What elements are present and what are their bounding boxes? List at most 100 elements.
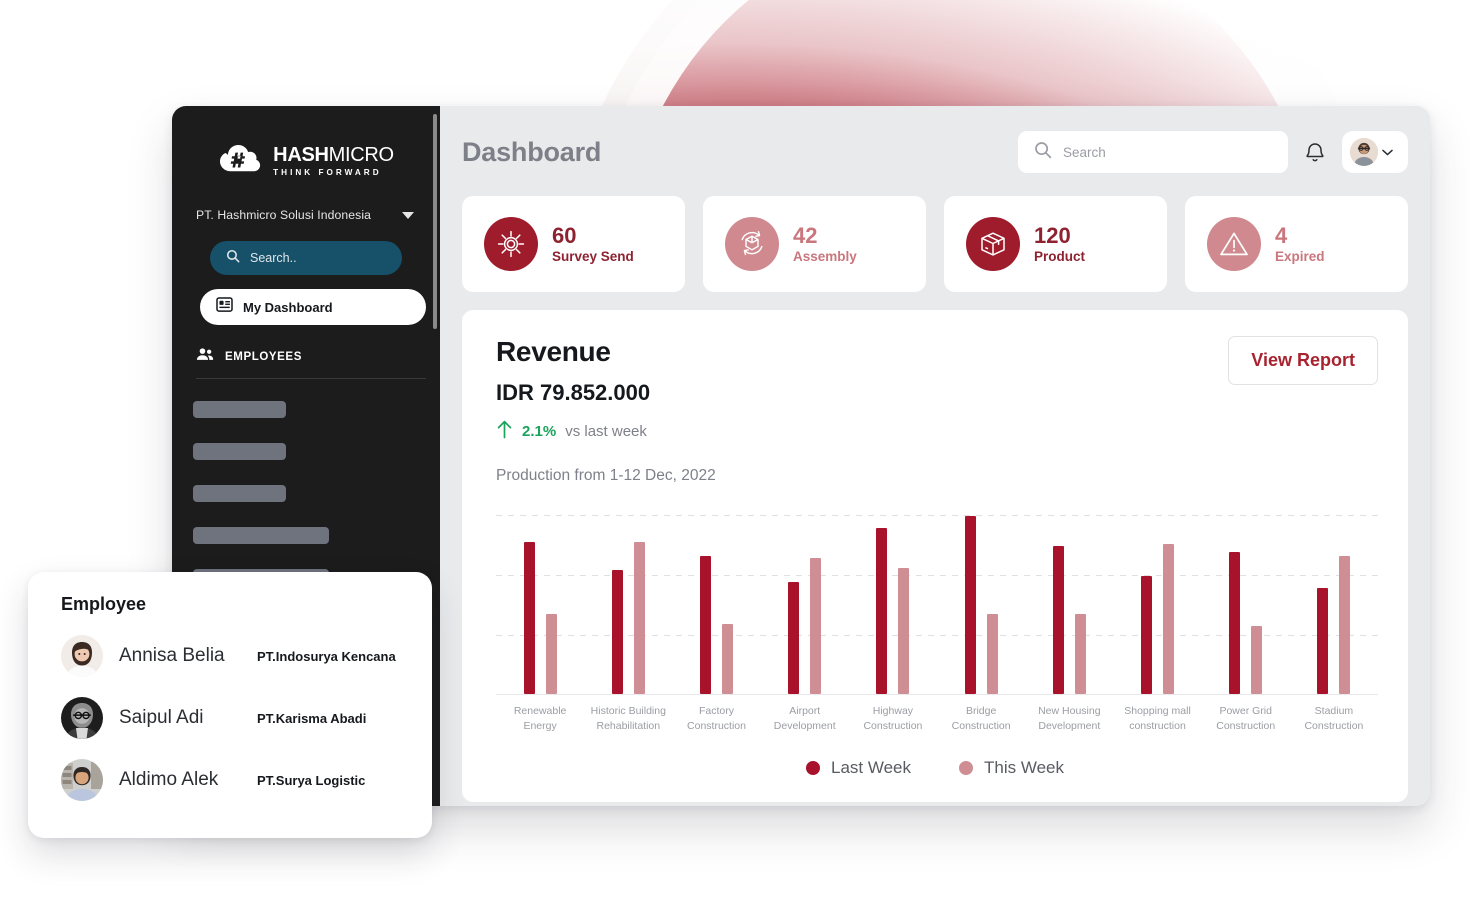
stat-card-assembly[interactable]: 42 Assembly [703, 196, 926, 292]
bell-icon[interactable] [1302, 137, 1328, 167]
sidebar-item-label: My Dashboard [243, 299, 333, 315]
brand-name: HASHMICRO [273, 143, 394, 166]
sidebar-skeleton-item [193, 527, 329, 544]
chart-bar [722, 624, 733, 694]
company-name: PT. Hashmicro Solusi Indonesia [196, 208, 372, 222]
revenue-panel: Revenue IDR 79.852.000 2.1% vs last week [462, 310, 1408, 802]
chart-bar [1229, 552, 1241, 694]
stat-label: Survey Send [552, 249, 634, 265]
revenue-header: Revenue IDR 79.852.000 2.1% vs last week [496, 336, 1378, 485]
chart-bars [496, 495, 1378, 694]
sidebar-search-placeholder: Search.. [250, 251, 297, 265]
chart-category-label: Renewable Energy [496, 704, 584, 734]
chart-category-label: Airport Development [761, 704, 849, 734]
chart-bar [1141, 576, 1153, 694]
chevron-down-icon [402, 211, 414, 219]
chart-category-label: Factory Construction [672, 704, 760, 734]
profile-menu[interactable] [1342, 131, 1408, 173]
assembly-icon [725, 217, 779, 271]
stat-card-product[interactable]: 120 Product [944, 196, 1167, 292]
chart-bar [611, 570, 623, 694]
company-selector[interactable]: PT. Hashmicro Solusi Indonesia [196, 208, 416, 222]
chart-bar [964, 516, 976, 694]
chart-category-label-line: Renewable [513, 705, 567, 717]
chart-axis-line [496, 694, 1378, 695]
chart-category-label-line: Stadium [1314, 705, 1354, 717]
employee-row[interactable]: Aldimo Alek PT.Surya Logistic [61, 759, 404, 801]
stat-card-survey-send[interactable]: 60 Survey Send [462, 196, 685, 292]
legend-color-dot [959, 761, 973, 775]
chart-bar-group [584, 495, 672, 694]
sidebar-item-my-dashboard[interactable]: My Dashboard [200, 289, 426, 325]
sidebar-skeleton-item [193, 485, 286, 502]
chart-legend-item[interactable]: Last Week [805, 758, 911, 778]
employee-list: Annisa Belia PT.Indosurya Kencana Saipul A… [61, 635, 404, 801]
chart-category-label-line: Power Grid [1219, 705, 1272, 717]
revenue-delta: 2.1% vs last week [496, 420, 716, 443]
chart-category-label: Stadium Construction [1290, 704, 1378, 734]
topbar: Dashboard [462, 124, 1408, 180]
page-title: Dashboard [462, 136, 602, 167]
revenue-delta-percent: 2.1% [522, 423, 557, 440]
legend-label: Last Week [830, 758, 911, 777]
stat-value: 4 [1275, 222, 1288, 248]
employee-name: Annisa Belia [119, 645, 225, 666]
topbar-actions [1018, 131, 1408, 173]
chart-bar [1251, 626, 1263, 694]
box-icon [966, 217, 1020, 271]
chart-category-label: Power Grid Construction [1202, 704, 1290, 734]
chart-bar-group [849, 495, 937, 694]
avatar-aldimo [61, 759, 103, 801]
chart-bar-group [1025, 495, 1113, 694]
revenue-title: Revenue [496, 336, 611, 367]
search-input[interactable] [1063, 144, 1253, 160]
chart-category-label-line: Bridge [965, 705, 997, 717]
chart-bar [700, 556, 711, 694]
header-search[interactable] [1018, 131, 1288, 173]
chart-bar-group [761, 495, 849, 694]
sidebar-scrollbar[interactable] [433, 114, 437, 329]
chart-bar-group [1202, 495, 1290, 694]
search-icon [1034, 141, 1052, 164]
view-report-button[interactable]: View Report [1228, 336, 1378, 385]
revenue-amount: IDR 79.852.000 [496, 380, 651, 405]
arrow-up-icon [496, 420, 513, 443]
avatar [1350, 138, 1378, 166]
chart-category-label: Shopping mall construction [1113, 704, 1201, 734]
chart-bar [1163, 544, 1175, 694]
sidebar-search-input[interactable]: Search.. [210, 241, 402, 275]
legend-label: This Week [984, 758, 1064, 777]
chart-bar-group [672, 495, 760, 694]
chart-legend: Last Week This Week [462, 758, 1408, 778]
chart-bar [986, 614, 998, 694]
sidebar-section-label: EMPLOYEES [225, 350, 302, 363]
employee-name: Saipul Adi [119, 707, 204, 728]
chart-category-label: Highway Construction [849, 704, 937, 734]
dashboard-icon [216, 297, 233, 317]
employee-row[interactable]: Saipul Adi PT.Karisma Abadi [61, 697, 404, 739]
stat-value: 60 [552, 222, 577, 248]
chart-bar [898, 568, 910, 694]
chart-category-label-line: Shopping mall [1124, 705, 1191, 717]
chart-bar [1052, 546, 1064, 694]
chart-category-labels: Renewable Energy Historic Building Rehabili… [496, 704, 1378, 734]
main-content: Dashboard Search 60 Survey Send 42 Assem… [440, 106, 1430, 806]
chart-category-label-line: Construction [687, 720, 746, 733]
chart-category-label: Historic Building Rehabilitation [584, 704, 672, 734]
chart-category-label-line: Rehabilitation [596, 720, 661, 733]
employee-name: Aldimo Alek [119, 769, 219, 790]
stat-card-expired[interactable]: 4 Expired [1185, 196, 1408, 292]
chart-legend-item[interactable]: This Week [959, 758, 1064, 778]
chart-bar-group [496, 495, 584, 694]
chart-category-label-line: Factory [699, 705, 735, 717]
employee-card: Employee Annisa Belia PT.Indosurya Kencan… [28, 572, 432, 838]
chart-category-label: New Housing Development [1025, 704, 1113, 734]
stat-label: Product [1034, 249, 1086, 265]
chart-category-label-line: Highway [872, 705, 914, 717]
chevron-down-icon [1382, 143, 1393, 161]
sidebar-section-employees[interactable]: EMPLOYEES [196, 347, 426, 379]
chart-bar [788, 582, 800, 694]
employee-row[interactable]: Annisa Belia PT.Indosurya Kencana [61, 635, 404, 677]
brand-logo: HASHMICRO THINK FORWARD [172, 141, 440, 181]
employee-card-title: Employee [61, 594, 147, 614]
